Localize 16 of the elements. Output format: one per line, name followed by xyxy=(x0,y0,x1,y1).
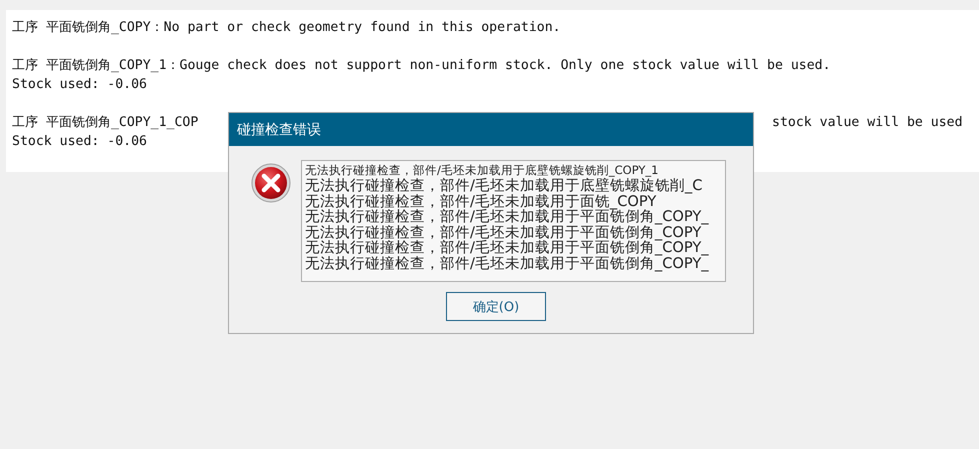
message-text: 无法执行碰撞检查，部件/毛坯未加载用于平面铣倒角_COPY_ xyxy=(305,209,710,224)
log-text: 工序 平面铣倒角_COPY_1：Gouge check does not support non-uniform stock. Only one stock value will be used. xyxy=(12,57,831,75)
ok-button[interactable]: 确定(O) xyxy=(446,292,546,321)
error-icon xyxy=(251,163,291,203)
message-text: 无法执行碰撞检查，部件/毛坯未加载用于底壁铣螺旋铣削_COPY_1 xyxy=(305,163,660,178)
message-text: 无法执行碰撞检查，部件/毛坯未加载用于平面铣倒角_COPY_ xyxy=(305,240,710,256)
message-text: 无法执行碰撞检查，部件/毛坯未加载用于面铣_COPY xyxy=(305,194,658,209)
log-text: 工序 平面铣倒角_COPY：No part or check geometry found in this operation. xyxy=(12,19,561,37)
log-text: Stock used: -0.06 xyxy=(12,133,147,151)
message-text: 无法执行碰撞检查，部件/毛坯未加载用于平面铣倒角_COPY xyxy=(305,224,702,240)
message-text: 无法执行碰撞检查，部件/毛坯未加载用于平面铣倒角_COPY_ xyxy=(305,256,710,271)
message-text: 无法执行碰撞检查，部件/毛坯未加载用于底壁铣螺旋铣削_C xyxy=(305,178,704,194)
dialog-title: 碰撞检查错误 xyxy=(237,120,321,138)
log-text: Stock used: -0.06 xyxy=(12,76,147,94)
log-text: 工序 平面铣倒角_COPY_1_COP xyxy=(12,114,198,132)
log-text: stock value will be used xyxy=(772,114,963,132)
